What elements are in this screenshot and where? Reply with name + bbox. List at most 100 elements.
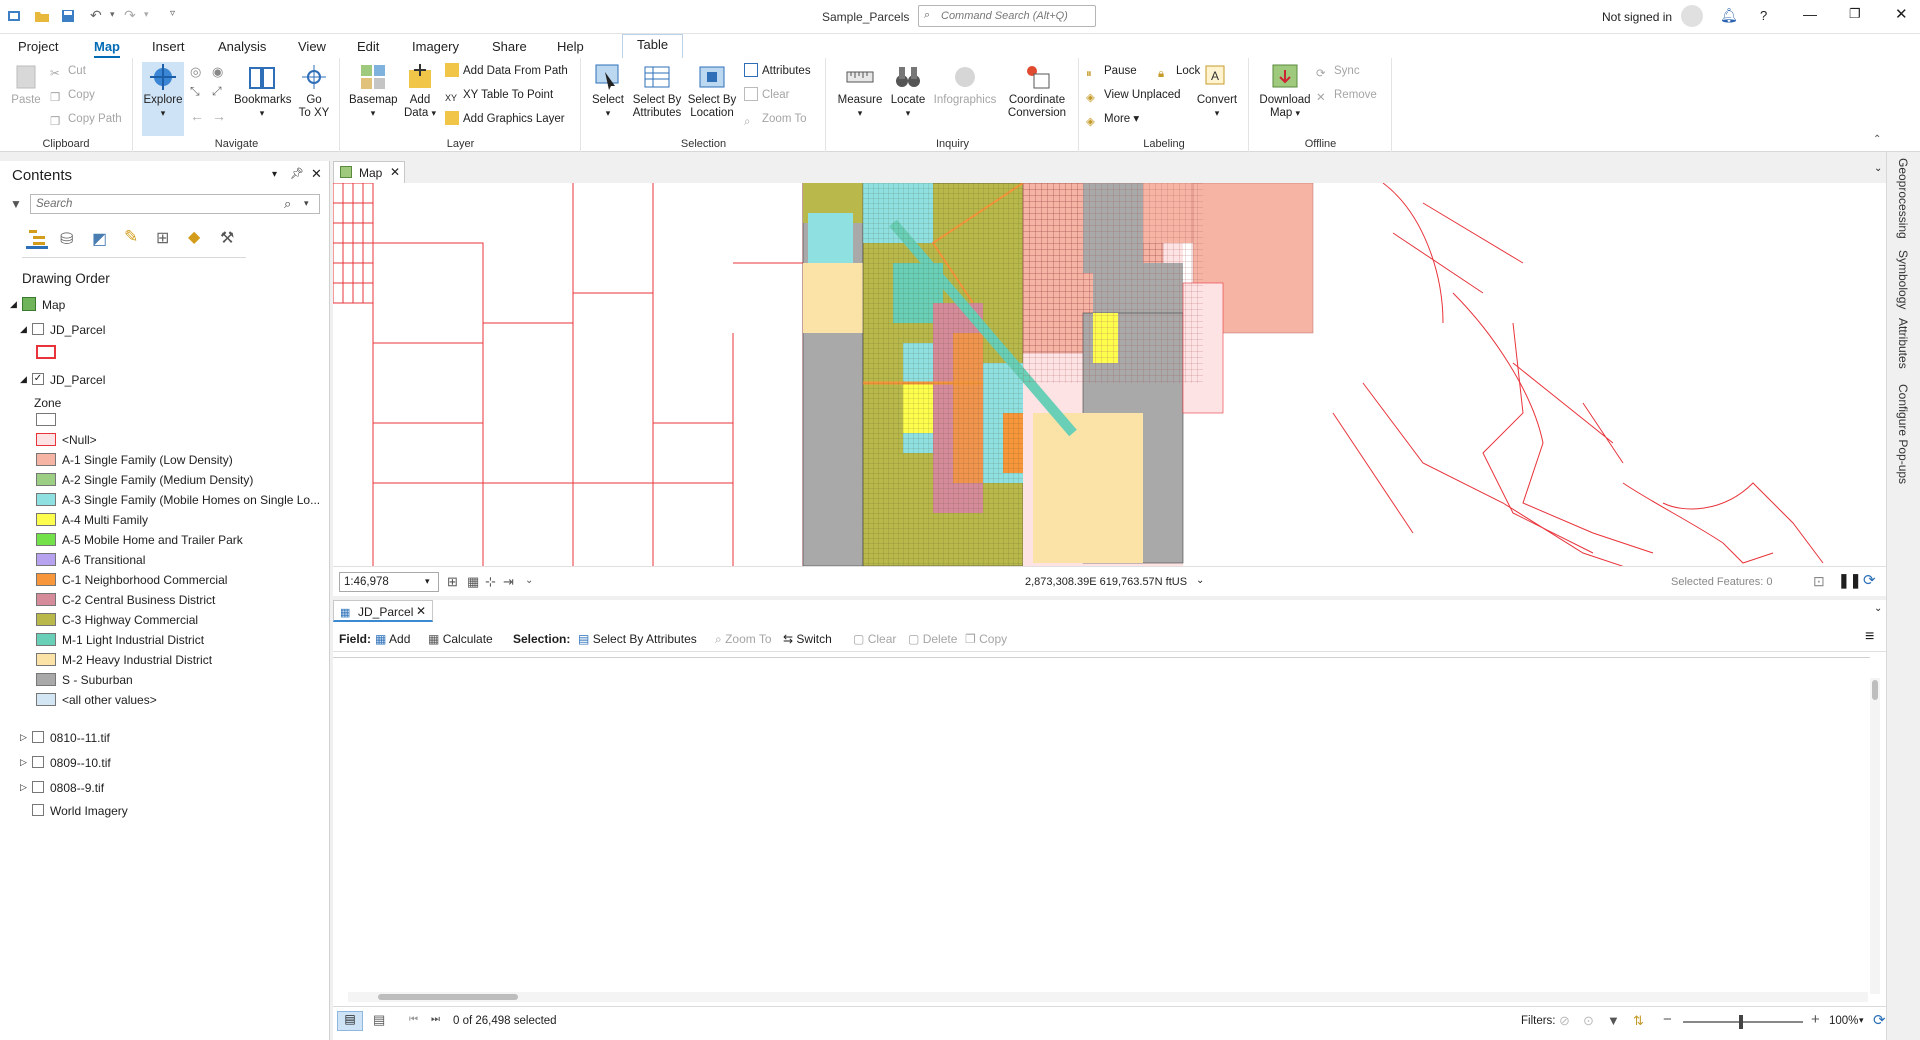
add-graphics-layer-button[interactable]: Add Graphics Layer <box>445 110 565 128</box>
attributes-button[interactable]: Attributes <box>744 62 811 80</box>
tab-jd-parcel-table[interactable]: ▦ JD_Parcel ✕ <box>333 600 433 622</box>
pane-menu-icon[interactable]: ▾ <box>272 169 277 180</box>
expand-raster-icon[interactable]: ▷ <box>20 782 27 793</box>
select-by-attributes-button[interactable]: Select By Attributes <box>630 62 684 120</box>
legend-swatch[interactable] <box>36 673 56 686</box>
delete-button[interactable]: ▢ Delete <box>908 632 957 646</box>
list-by-snapping-icon[interactable]: ⊞ <box>156 228 169 248</box>
previous-extent-icon[interactable]: ← <box>190 108 204 124</box>
refresh-table-icon[interactable]: ⟳ <box>1873 1011 1886 1029</box>
list-by-drawing-order-icon[interactable] <box>26 227 48 249</box>
legend-swatch[interactable] <box>36 473 56 486</box>
definition-query-icon[interactable]: ▼ <box>1607 1013 1620 1028</box>
tab-edit[interactable]: Edit <box>357 37 379 56</box>
filter-icon[interactable]: ▼ <box>10 197 22 211</box>
scale-dropdown-icon[interactable]: ▾ <box>425 576 430 587</box>
zoom-out-icon[interactable]: − <box>1663 1011 1672 1028</box>
download-map-button[interactable]: Download Map ▾ <box>1256 62 1314 120</box>
tab-map[interactable]: Map <box>94 37 120 58</box>
bookmarks-button[interactable]: Bookmarks ▾ <box>234 62 292 120</box>
table-options-menu-icon[interactable]: ≡ <box>1865 628 1874 646</box>
save-icon[interactable] <box>60 8 76 24</box>
legend-swatch[interactable] <box>36 693 56 706</box>
view-unplaced-button[interactable]: ◈ View Unplaced <box>1086 86 1181 104</box>
snapping-icon[interactable]: ⊹ <box>485 574 496 590</box>
map-view-menu-icon[interactable]: ⌄ <box>1874 163 1882 174</box>
tab-share[interactable]: Share <box>492 37 527 56</box>
command-search-input[interactable]: Command Search (Alt+Q) <box>918 5 1096 27</box>
open-icon[interactable] <box>34 8 50 24</box>
zoom-to-selection-button[interactable]: ⌕ Zoom To <box>744 110 807 128</box>
legend-swatch[interactable] <box>36 593 56 606</box>
expand-map-icon[interactable]: ◢ <box>10 299 17 310</box>
new-project-icon[interactable] <box>6 8 22 24</box>
infographics-button[interactable]: Infographics <box>931 62 999 107</box>
goto-xy-button[interactable]: Go To XY <box>294 62 334 120</box>
tab-insert[interactable]: Insert <box>152 37 185 56</box>
next-extent-icon[interactable]: → <box>212 108 226 124</box>
signin-status[interactable]: Not signed in <box>1602 10 1672 24</box>
sort-icon[interactable]: ⇅ <box>1633 1013 1644 1029</box>
locate-button[interactable]: Locate ▾ <box>887 62 929 120</box>
vertical-scroll-thumb[interactable] <box>1872 680 1878 700</box>
zoom-out-fixed-icon[interactable]: ⤢ <box>212 84 222 99</box>
copy-path-button[interactable]: ❐ Copy Path <box>50 110 122 128</box>
table-clear-button[interactable]: ▢ Clear <box>853 632 896 646</box>
list-by-selection-icon[interactable]: ◩ <box>92 229 107 249</box>
calculate-field-button[interactable]: ▦ Calculate <box>428 632 493 646</box>
list-by-source-icon[interactable]: ⛁ <box>60 229 73 249</box>
redo-dropdown-icon[interactable]: ▾ <box>144 9 149 20</box>
legend-swatch[interactable] <box>36 493 56 506</box>
expand-layer2-icon[interactable]: ◢ <box>20 374 27 385</box>
table-select-by-attributes-button[interactable]: ▤ Select By Attributes <box>578 632 697 646</box>
add-data-from-path-button[interactable]: Add Data From Path <box>445 62 568 80</box>
undo-dropdown-icon[interactable]: ▾ <box>110 9 115 20</box>
paste-button[interactable]: Paste <box>8 62 44 107</box>
cut-button[interactable]: ✂ Cut <box>50 62 86 80</box>
legend-swatch[interactable] <box>36 533 56 546</box>
legend-swatch[interactable] <box>36 653 56 666</box>
search-dropdown-icon[interactable]: ▾ <box>304 198 309 209</box>
clear-selection-button[interactable]: Clear <box>744 86 789 104</box>
world-imagery-layer[interactable]: World Imagery <box>50 804 128 818</box>
next-record-icon[interactable]: ⏭ <box>431 1014 440 1025</box>
tab-symbology[interactable]: Symbology <box>1896 250 1910 309</box>
tab-help[interactable]: Help <box>557 37 584 56</box>
show-selected-records-icon[interactable]: ▤ <box>373 1012 385 1028</box>
more-labeling-button[interactable]: ◈ More ▾ <box>1086 110 1139 128</box>
table-zoom-to-button[interactable]: ⌕ Zoom To <box>715 632 772 647</box>
add-field-button[interactable]: ▦ Add <box>375 632 410 646</box>
legend-swatch[interactable] <box>36 413 56 426</box>
measure-button[interactable]: Measure ▾ <box>835 62 885 120</box>
zoom-slider[interactable] <box>1683 1021 1803 1023</box>
refresh-map-icon[interactable]: ⟳ <box>1863 571 1876 589</box>
extent-filter-icon[interactable]: ⊘ <box>1559 1013 1570 1029</box>
explore-button[interactable]: Explore ▾ <box>142 62 184 136</box>
raster-layer-name[interactable]: 0809--10.tif <box>50 756 111 770</box>
sync-button[interactable]: ⟳ Sync <box>1316 62 1360 80</box>
raster-layer-name[interactable]: 0810--11.tif <box>50 731 110 745</box>
map-canvas[interactable]: OBJECTID *Shape *ParcelIDOwnerNameOwnerN… <box>333 183 1886 566</box>
legend-swatch[interactable] <box>36 573 56 586</box>
close-map-tab-icon[interactable]: ✕ <box>390 165 400 179</box>
layer1-visibility-checkbox[interactable] <box>32 323 44 335</box>
xy-table-to-point-button[interactable]: XY XY Table To Point <box>445 86 553 104</box>
layer1-name[interactable]: JD_Parcel <box>50 323 105 337</box>
add-data-button[interactable]: Add Data ▾ <box>403 62 437 120</box>
tab-configure-popups[interactable]: Configure Pop-ups <box>1896 384 1910 484</box>
zoom-fixed-icon[interactable]: ◉ <box>212 64 223 80</box>
table-view-menu-icon[interactable]: ⌄ <box>1874 603 1882 614</box>
layer2-name[interactable]: JD_Parcel <box>50 373 105 387</box>
tab-imagery[interactable]: Imagery <box>412 37 459 56</box>
list-by-perspective-icon[interactable]: ⚒ <box>220 228 234 248</box>
tab-table[interactable]: Table <box>622 34 684 58</box>
undo-icon[interactable]: ↶ <box>90 7 102 24</box>
vertical-scrollbar[interactable] <box>1870 678 1880 994</box>
legend-swatch[interactable] <box>36 453 56 466</box>
table-copy-button[interactable]: ❐ Copy <box>965 632 1007 646</box>
pause-drawing-icon[interactable]: ❚❚ <box>1838 572 1861 589</box>
redo-icon[interactable]: ↷ <box>124 7 136 24</box>
list-by-labeling-icon[interactable]: ◆ <box>188 227 200 247</box>
basemap-button[interactable]: Basemap ▾ <box>349 62 398 120</box>
coordinate-conversion-button[interactable]: Coordinate Conversion <box>1001 62 1073 120</box>
